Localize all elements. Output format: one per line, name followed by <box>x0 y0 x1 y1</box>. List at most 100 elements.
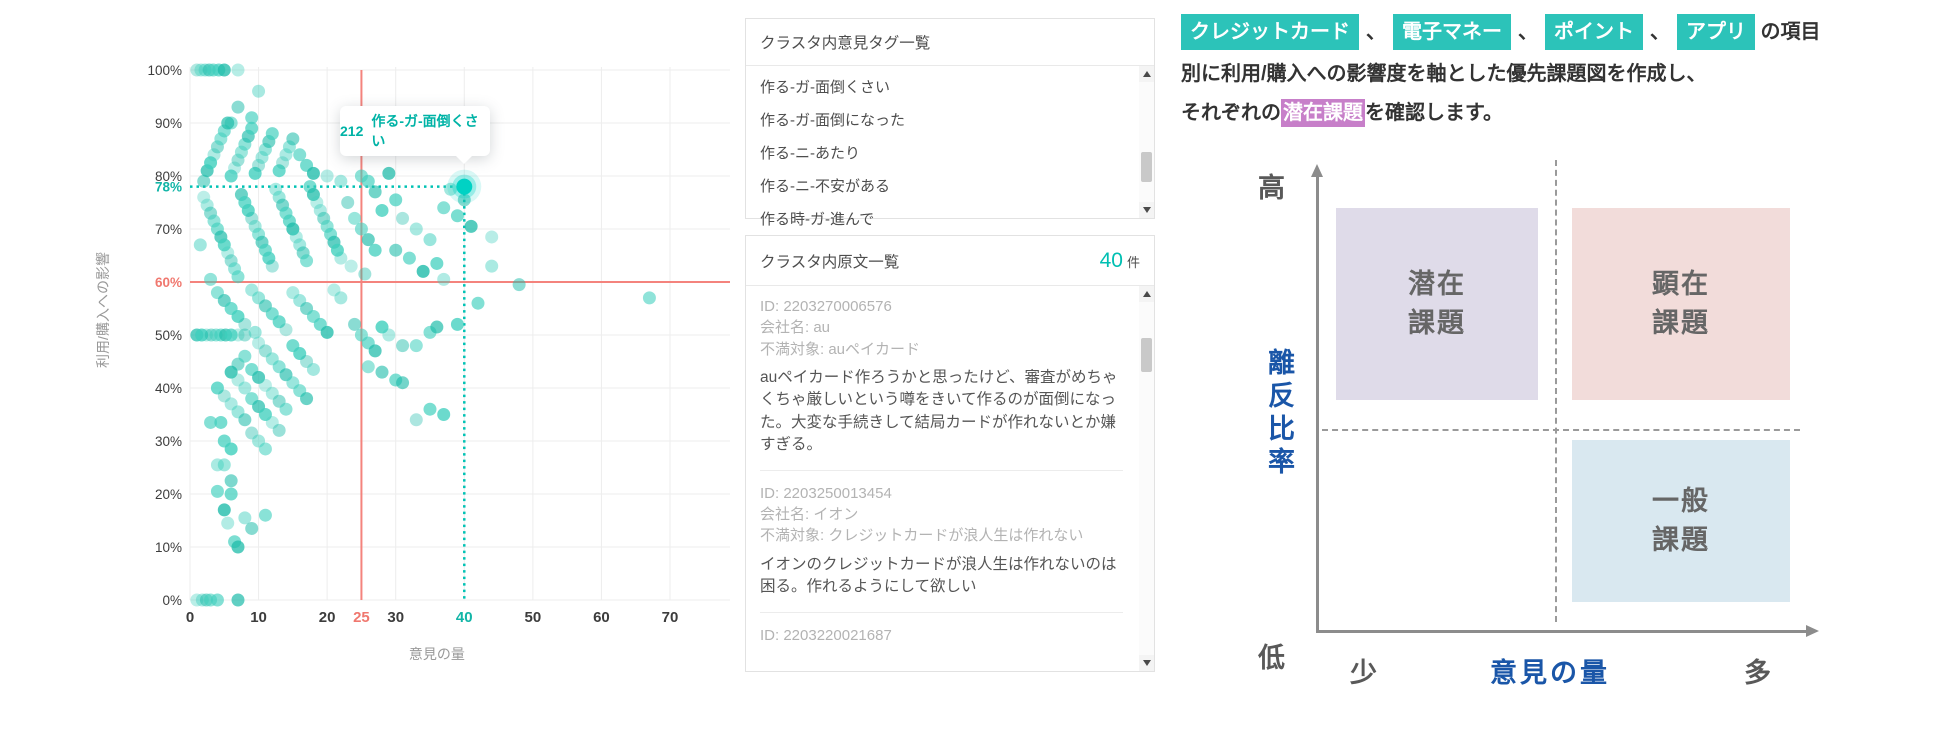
scatter-point[interactable] <box>403 252 416 265</box>
scatter-point[interactable] <box>410 223 423 236</box>
scatter-point[interactable] <box>643 291 656 304</box>
scatter-point[interactable] <box>437 201 450 214</box>
scatter-point[interactable] <box>423 403 436 416</box>
scatter-point[interactable] <box>307 167 320 180</box>
scatter-point[interactable] <box>214 416 227 429</box>
scatter-point[interactable] <box>225 474 238 487</box>
scatter-point[interactable] <box>245 122 258 135</box>
scatter-point[interactable] <box>307 363 320 376</box>
scatter-point[interactable] <box>396 376 409 389</box>
scatter-point[interactable] <box>273 424 286 437</box>
scatter-point[interactable] <box>321 170 334 183</box>
scatter-point[interactable] <box>300 392 313 405</box>
tag-panel-scrollbar[interactable] <box>1139 66 1154 218</box>
scatter-point[interactable] <box>204 273 217 286</box>
scatter-point[interactable] <box>259 442 272 455</box>
scatter-point[interactable] <box>231 64 244 77</box>
scatter-point[interactable] <box>266 127 279 140</box>
scatter-point[interactable] <box>231 541 244 554</box>
scroll-down-icon[interactable] <box>1139 655 1154 671</box>
scroll-up-icon[interactable] <box>1139 66 1154 82</box>
scatter-point[interactable] <box>197 175 210 188</box>
y-low-label: 低 <box>1258 636 1285 675</box>
scatter-point[interactable] <box>194 238 207 251</box>
scatter-point[interactable] <box>300 254 313 267</box>
scatter-point[interactable] <box>231 101 244 114</box>
scatter-point[interactable] <box>430 257 443 270</box>
scatter-point[interactable] <box>259 509 272 522</box>
scatter-point[interactable] <box>396 212 409 225</box>
source-panel-scrollbar[interactable] <box>1139 286 1154 671</box>
scatter-point[interactable] <box>437 408 450 421</box>
scatter-point[interactable] <box>485 260 498 273</box>
scatter-point[interactable] <box>513 278 526 291</box>
scatter-point[interactable] <box>279 403 292 416</box>
tag-list-item[interactable]: 作る-ニ-あたり <box>746 137 1154 170</box>
scatter-point[interactable] <box>430 321 443 334</box>
scatter-point[interactable] <box>345 260 358 273</box>
scatter-point[interactable] <box>334 175 347 188</box>
scatter-point[interactable] <box>382 329 395 342</box>
scatter-point[interactable] <box>410 413 423 426</box>
scatter-point[interactable] <box>225 488 238 501</box>
scatter-point[interactable] <box>321 326 334 339</box>
scatter-point[interactable] <box>238 350 251 363</box>
scatter-point[interactable] <box>417 265 430 278</box>
scatter-point[interactable] <box>341 196 354 209</box>
scatter-point[interactable] <box>389 193 402 206</box>
scatter-point[interactable] <box>369 344 382 357</box>
scatter-point[interactable] <box>389 244 402 257</box>
scatter-point[interactable] <box>396 339 409 352</box>
tag-list-item[interactable]: 作る-ニ-不安がある <box>746 170 1154 203</box>
quadrant-box-latent: 潜在 課題 <box>1336 208 1538 400</box>
tag-list-item[interactable]: 作る時-ガ-進んで <box>746 203 1154 236</box>
scatter-point[interactable] <box>245 522 258 535</box>
quadrant-label: 一般 <box>1652 486 1710 516</box>
scatter-point[interactable] <box>252 85 265 98</box>
scatter-point[interactable] <box>221 517 234 530</box>
scatter-point[interactable] <box>410 339 423 352</box>
scatter-point[interactable] <box>218 503 231 516</box>
scatter-point[interactable] <box>358 268 371 281</box>
tag-list-item[interactable]: 作る-ガ-面倒になった <box>746 104 1154 137</box>
scatter-point[interactable] <box>211 485 224 498</box>
scatter-point[interactable] <box>369 244 382 257</box>
selected-point[interactable] <box>456 179 472 195</box>
scatter-point[interactable] <box>286 132 299 145</box>
scatter-point[interactable] <box>375 366 388 379</box>
scatter-point[interactable] <box>423 233 436 246</box>
scatter-point[interactable] <box>238 413 251 426</box>
scatter-point[interactable] <box>362 360 375 373</box>
scatter-point[interactable] <box>238 318 251 331</box>
scatter-point[interactable] <box>334 291 347 304</box>
scatter-point[interactable] <box>231 270 244 283</box>
x-axis-title: 意見の量 <box>1490 651 1610 690</box>
scatter-point[interactable] <box>471 297 484 310</box>
scatter-point[interactable] <box>369 185 382 198</box>
scroll-up-icon[interactable] <box>1139 286 1154 302</box>
scatter-point[interactable] <box>485 230 498 243</box>
scrollbar-thumb[interactable] <box>1141 338 1152 372</box>
scatter-point[interactable] <box>451 318 464 331</box>
scatter-point[interactable] <box>279 323 292 336</box>
scatter-point[interactable] <box>218 64 231 77</box>
x-tick-label: 20 <box>319 609 336 626</box>
scatter-point[interactable] <box>231 594 244 607</box>
scrollbar-thumb[interactable] <box>1141 152 1152 182</box>
entry-target: 不満対象: クレジットカードが浪人生は作れない <box>760 525 1123 546</box>
scroll-down-icon[interactable] <box>1139 202 1154 218</box>
scatter-point[interactable] <box>437 273 450 286</box>
quadrant-divider-horizontal <box>1322 429 1800 431</box>
scatter-point[interactable] <box>225 442 238 455</box>
scatter-point[interactable] <box>334 252 347 265</box>
scatter-point[interactable] <box>451 209 464 222</box>
scatter-point[interactable] <box>221 117 234 130</box>
tag-list-item[interactable]: 作る-ガ-面倒くさい <box>746 71 1154 104</box>
scatter-point[interactable] <box>375 204 388 217</box>
scatter-point[interactable] <box>382 167 395 180</box>
scatter-point[interactable] <box>266 260 279 273</box>
scatter-point[interactable] <box>465 220 478 233</box>
scatter-point[interactable] <box>218 458 231 471</box>
quadrant-diagram: 潜在 課題 顕在 課題 一般 課題 高 低 離反比率 少 意見の量 多 <box>1252 148 1842 718</box>
scatter-point[interactable] <box>211 594 224 607</box>
